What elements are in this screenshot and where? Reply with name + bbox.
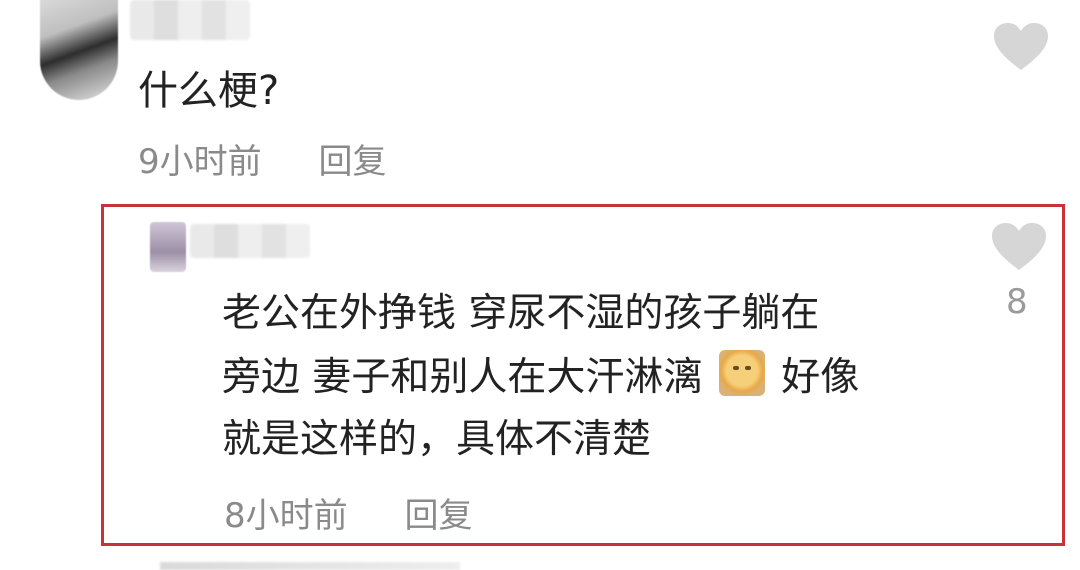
like-button[interactable] [990, 222, 1048, 276]
comment-text-line-2b: 好像 [781, 355, 860, 400]
comment-meta: 9小时前 回复 [138, 134, 386, 183]
reply-button[interactable]: 回复 [404, 488, 472, 537]
username-blurred[interactable] [190, 224, 310, 258]
comment-text: 什么梗? [138, 68, 280, 114]
timestamp: 9小时前 [138, 142, 262, 182]
reply-button[interactable]: 回复 [318, 134, 386, 183]
avatar[interactable] [150, 222, 186, 272]
comment-text-line-2a: 旁边 妻子和别人在大汗淋漓 [222, 355, 703, 400]
like-button[interactable] [992, 22, 1050, 76]
username-blurred[interactable] [130, 0, 250, 40]
heart-icon [994, 23, 1048, 70]
avatar[interactable] [40, 0, 118, 100]
comment-text-line-3: 就是这样的，具体不清楚 [222, 417, 652, 462]
comment-text-line-1: 老公在外挣钱 穿尿不湿的孩子躺在 [222, 291, 820, 336]
timestamp: 8小时前 [224, 496, 348, 536]
comment-text-line-2: 旁边 妻子和别人在大汗淋漓 好像 [222, 350, 859, 404]
like-count: 8 [1006, 282, 1028, 322]
heart-icon [992, 223, 1046, 270]
comment-meta: 8小时前 回复 [224, 488, 472, 537]
sweat-emoji-icon [718, 350, 765, 396]
next-comment-peek [160, 562, 460, 570]
